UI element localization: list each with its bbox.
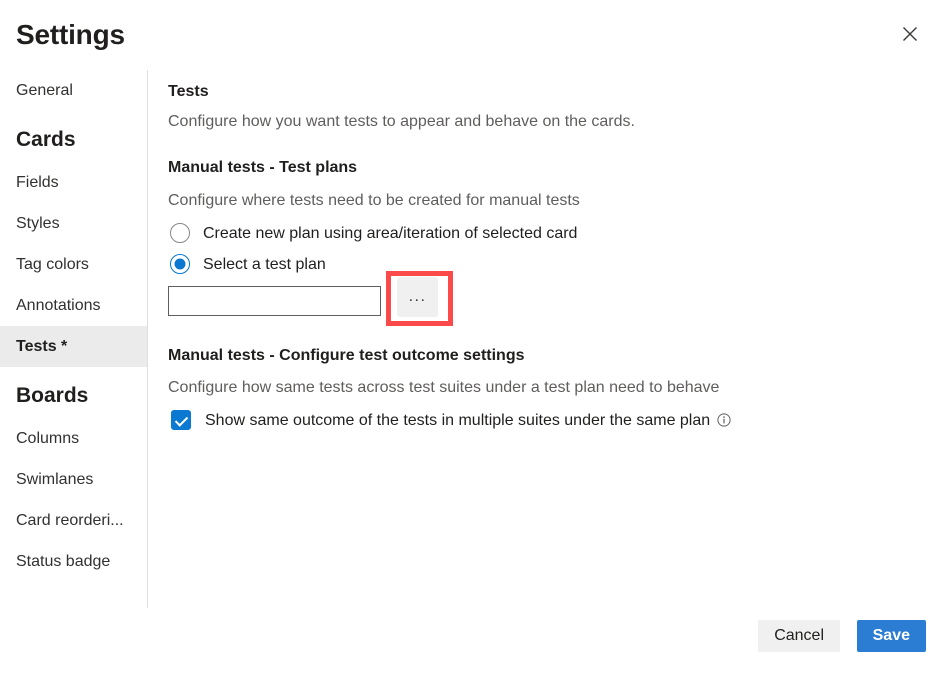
tests-section-description: Configure how you want tests to appear a…: [168, 113, 635, 130]
sidebar-item-label: Swimlanes: [16, 470, 94, 488]
sidebar-item-label: Status badge: [16, 552, 111, 570]
sidebar-item-label: Columns: [16, 429, 80, 447]
sidebar-item-label: Styles: [16, 214, 60, 232]
settings-sidebar: General Cards Fields Styles Tag colors A…: [0, 70, 147, 608]
sidebar-item-label: Tests *: [16, 337, 68, 355]
save-button[interactable]: Save: [856, 620, 926, 652]
sidebar-item-label: Fields: [16, 173, 59, 191]
sidebar-item-annotations[interactable]: Annotations: [0, 285, 147, 326]
radio-create-new-plan[interactable]: Create new plan using area/iteration of …: [168, 221, 577, 245]
close-icon: [902, 26, 918, 42]
sidebar-item-columns[interactable]: Columns: [0, 418, 147, 459]
radio-selected-icon: [170, 254, 190, 274]
sidebar-item-card-reordering[interactable]: Card reorderi...: [0, 500, 147, 541]
sidebar-group-label: Boards: [16, 383, 89, 407]
manual-tests-plans-heading: Manual tests - Test plans: [168, 159, 358, 176]
sidebar-item-label: Tag colors: [16, 255, 89, 273]
show-same-outcome-checkbox[interactable]: Show same outcome of the tests in multip…: [168, 408, 731, 432]
manual-tests-plans-description: Configure where tests need to be created…: [168, 192, 580, 209]
sidebar-item-label: Annotations: [16, 296, 101, 314]
show-same-outcome-label: Show same outcome of the tests in multip…: [205, 411, 711, 429]
sidebar-item-swimlanes[interactable]: Swimlanes: [0, 459, 147, 500]
checkbox-checked-icon: [171, 410, 191, 430]
sidebar-item-label: Card reorderi...: [16, 511, 124, 529]
dialog-header: Settings: [0, 0, 942, 70]
radio-create-new-plan-label: Create new plan using area/iteration of …: [203, 224, 578, 242]
radio-select-a-test-plan-label: Select a test plan: [203, 255, 326, 273]
page-title: Settings: [16, 19, 125, 50]
sidebar-item-fields[interactable]: Fields: [0, 162, 147, 203]
sidebar-group-cards: Cards: [0, 119, 147, 160]
sidebar-divider: [147, 70, 148, 608]
sidebar-group-boards: Boards: [0, 375, 147, 416]
info-icon[interactable]: [717, 413, 731, 427]
dialog-footer: Cancel Save: [0, 608, 942, 673]
sidebar-item-general[interactable]: General: [0, 70, 147, 111]
close-button[interactable]: [894, 18, 926, 50]
radio-unselected-icon: [170, 223, 190, 243]
test-plan-field-row: ...: [168, 271, 453, 326]
sidebar-item-label: General: [16, 81, 73, 99]
sidebar-item-styles[interactable]: Styles: [0, 203, 147, 244]
outcome-settings-heading: Manual tests - Configure test outcome se…: [168, 347, 525, 364]
outcome-settings-description: Configure how same tests across test sui…: [168, 379, 720, 396]
tests-section-heading: Tests: [168, 83, 209, 100]
ellipsis-button-container: ...: [386, 271, 453, 326]
browse-test-plan-button[interactable]: ...: [397, 277, 438, 317]
sidebar-group-label: Cards: [16, 127, 76, 151]
sidebar-item-status-badge[interactable]: Status badge: [0, 541, 147, 582]
cancel-button[interactable]: Cancel: [758, 620, 840, 652]
sidebar-item-tag-colors[interactable]: Tag colors: [0, 244, 147, 285]
settings-main-panel: Tests Configure how you want tests to ap…: [168, 70, 928, 608]
radio-select-a-test-plan[interactable]: Select a test plan: [168, 252, 326, 276]
sidebar-item-tests[interactable]: Tests *: [0, 326, 147, 367]
test-plan-input[interactable]: [168, 286, 381, 316]
